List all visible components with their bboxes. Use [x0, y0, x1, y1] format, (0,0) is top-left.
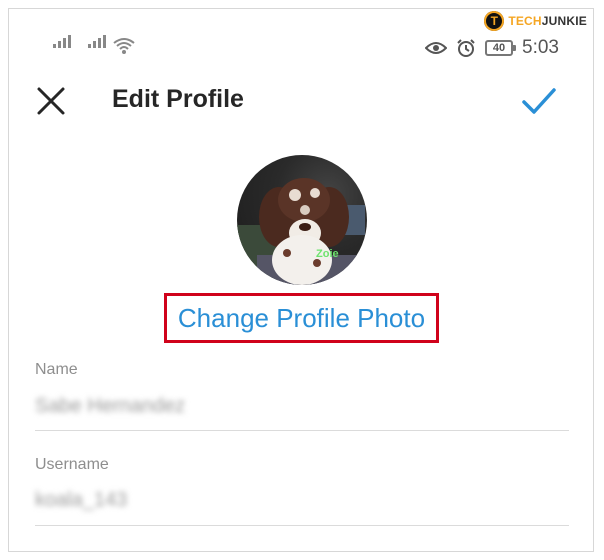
page-title: Edit Profile — [112, 85, 244, 113]
close-icon[interactable] — [35, 85, 67, 117]
techjunkie-watermark: T TECHJUNKIE — [484, 11, 587, 31]
username-field[interactable]: koala_143 — [35, 489, 569, 513]
checkmark-icon[interactable] — [521, 85, 557, 117]
username-underline — [35, 525, 569, 526]
eye-icon — [425, 42, 448, 54]
wifi-icon — [113, 38, 135, 54]
dog-photo-icon — [237, 178, 365, 285]
status-right: 40 5:03 — [425, 37, 559, 59]
techjunkie-logo: T — [484, 11, 505, 31]
name-underline — [35, 430, 569, 431]
cell-signal-icon — [88, 35, 106, 48]
username-label: Username — [35, 456, 109, 473]
change-profile-photo-button[interactable]: Change Profile Photo — [164, 293, 439, 343]
battery-icon: 40 — [485, 40, 517, 56]
cell-signal-icon — [53, 35, 71, 48]
clock-time: 5:03 — [522, 37, 559, 58]
alarm-clock-icon — [457, 39, 475, 57]
watermark-text: TECHJUNKIE — [508, 14, 587, 28]
profile-photo[interactable]: Zoie — [237, 155, 367, 285]
name-field[interactable]: Sabe Hernandez — [35, 395, 569, 419]
name-label: Name — [35, 361, 78, 378]
photo-caption: Zoie — [316, 248, 339, 260]
app-screen: T TECHJUNKIE 40 5:03 Edit Profile Zoie C… — [8, 8, 594, 552]
